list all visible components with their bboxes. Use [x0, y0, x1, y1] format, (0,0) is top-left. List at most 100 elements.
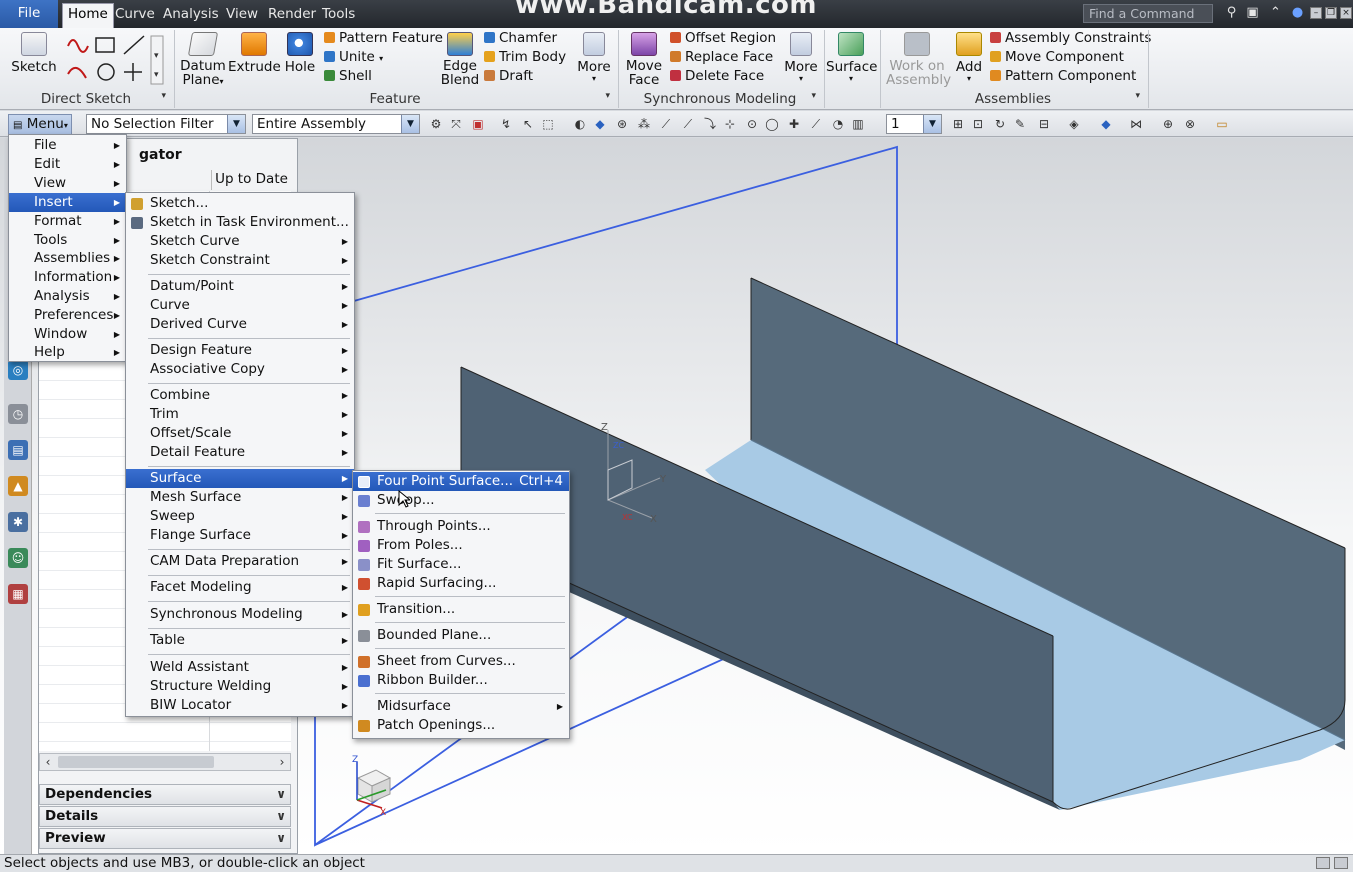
system-scene-icon[interactable]: ▦: [8, 584, 28, 604]
draft-button[interactable]: Draft: [484, 68, 533, 84]
pattern-component-button[interactable]: Pattern Component: [990, 68, 1136, 84]
menu-item-sketch-curve[interactable]: Sketch Curve ▶: [126, 232, 354, 251]
part-navigator-icon[interactable]: ◆: [592, 116, 608, 132]
layer-icon[interactable]: ▥: [850, 116, 866, 132]
show-hide-icon[interactable]: ◐: [572, 116, 588, 132]
column-header-up-to-date[interactable]: Up to Date: [211, 170, 291, 190]
menu-item-design-feature[interactable]: Design Feature ▶: [126, 341, 354, 360]
menu-item-facet-modeling[interactable]: Facet Modeling ▶: [126, 578, 354, 597]
unite-button[interactable]: Unite ▾: [324, 49, 383, 65]
menu-item-format[interactable]: Format ▶: [9, 212, 126, 231]
menu-item-mesh-surface[interactable]: Mesh Surface ▶: [126, 488, 354, 507]
menu-item-assemblies[interactable]: Assemblies ▶: [9, 249, 126, 268]
background-icon[interactable]: ◆: [1098, 116, 1114, 132]
extrude-button[interactable]: Extrude: [228, 32, 281, 75]
menu-item-ribbon-builder[interactable]: Ribbon Builder...: [353, 671, 569, 690]
menu-item-structure-welding[interactable]: Structure Welding ▶: [126, 677, 354, 696]
customize-toolbar-icon[interactable]: ▭: [1214, 116, 1230, 132]
tab-analysis[interactable]: Analysis: [158, 4, 224, 26]
group-expand-icon[interactable]: ▾: [1135, 91, 1140, 101]
rectangle-select-icon[interactable]: ⬚: [540, 116, 556, 132]
rotate-icon[interactable]: ↻: [992, 116, 1008, 132]
datum-plane-button[interactable]: Datum Plane▾: [180, 32, 226, 89]
menu-item-surface[interactable]: Surface ▶: [126, 469, 354, 488]
orient-view-icon[interactable]: ⊟: [1036, 116, 1052, 132]
point-on-curve-icon[interactable]: ⁂: [636, 116, 652, 132]
scroll-right-icon[interactable]: ›: [274, 754, 290, 770]
menu-item-preferences[interactable]: Preferences ▶: [9, 306, 126, 325]
restore-icon[interactable]: ❐: [1325, 7, 1337, 19]
tab-render[interactable]: Render: [263, 4, 321, 26]
pan-icon[interactable]: ✎: [1012, 116, 1028, 132]
section-view-icon[interactable]: ⋈: [1128, 116, 1144, 132]
menu-item-view[interactable]: View ▶: [9, 174, 126, 193]
menu-item-analysis[interactable]: Analysis ▶: [9, 287, 126, 306]
menu-item-sketch[interactable]: Sketch...: [126, 194, 354, 213]
render-style-icon[interactable]: ◈: [1066, 116, 1082, 132]
dependencies-section[interactable]: Dependencies ∨: [39, 784, 291, 805]
menu-item-table[interactable]: Table ▶: [126, 631, 354, 650]
close-icon[interactable]: ×: [1340, 7, 1352, 19]
menu-item-detail-feature[interactable]: Detail Feature ▶: [126, 443, 354, 462]
control-point-icon[interactable]: ⤵: [702, 116, 718, 132]
scrollbar-thumb[interactable]: [58, 756, 214, 768]
menu-item-cam-data-preparation[interactable]: CAM Data Preparation ▶: [126, 552, 354, 571]
add-component-button[interactable]: Add ▾: [952, 32, 986, 83]
surface-button[interactable]: Surface ▾: [826, 32, 877, 83]
move-component-button[interactable]: Move Component: [990, 49, 1124, 65]
menu-item-sketch-task-env[interactable]: Sketch in Task Environment...: [126, 213, 354, 232]
sketch-curve-gallery[interactable]: ▾ ▾: [64, 32, 172, 88]
menu-item-derived-curve[interactable]: Derived Curve ▶: [126, 315, 354, 334]
menu-item-swoop[interactable]: Swoop...: [353, 491, 569, 510]
reuse-library-icon[interactable]: ▤: [8, 440, 28, 460]
trim-body-button[interactable]: Trim Body: [484, 49, 566, 65]
curve-rule-icon[interactable]: ↯: [498, 116, 514, 132]
chamfer-button[interactable]: Chamfer: [484, 30, 557, 46]
minimize-icon[interactable]: –: [1310, 7, 1322, 19]
menu-item-biw-locator[interactable]: BIW Locator ▶: [126, 696, 354, 715]
menu-item-midsurface[interactable]: Midsurface ▶: [353, 697, 569, 716]
sketch-button[interactable]: Sketch: [8, 32, 60, 75]
menu-item-through-points[interactable]: Through Points...: [353, 517, 569, 536]
menu-item-trim[interactable]: Trim ▶: [126, 405, 354, 424]
menu-item-window[interactable]: Window ▶: [9, 325, 126, 344]
mid-point-icon[interactable]: ⟋: [680, 116, 696, 132]
tab-view[interactable]: View: [221, 4, 263, 26]
shell-button[interactable]: Shell: [324, 68, 372, 84]
collapse-ribbon-icon[interactable]: ⌃: [1268, 5, 1283, 21]
selection-scope-dropdown[interactable]: Entire Assembly ▼: [252, 114, 420, 134]
move-face-button[interactable]: Move Face: [624, 32, 664, 87]
preview-section[interactable]: Preview ∨: [39, 828, 291, 849]
arc-center-icon[interactable]: ⊙: [744, 116, 760, 132]
menu-item-associative-copy[interactable]: Associative Copy ▶: [126, 360, 354, 379]
quadrant-point-icon[interactable]: ◯: [764, 116, 780, 132]
menu-item-file[interactable]: File ▶: [9, 136, 126, 155]
menu-item-insert[interactable]: Insert ▶: [9, 193, 126, 212]
menu-item-sweep[interactable]: Sweep ▶: [126, 507, 354, 526]
offset-region-button[interactable]: Offset Region: [670, 30, 776, 46]
horizontal-scrollbar[interactable]: ‹ ›: [39, 753, 291, 771]
snap-point-icon[interactable]: ⊛: [614, 116, 630, 132]
history-icon[interactable]: ◷: [8, 404, 28, 424]
edge-blend-button[interactable]: Edge Blend: [440, 32, 480, 87]
menu-item-rapid-surfacing[interactable]: Rapid Surfacing...: [353, 574, 569, 593]
details-section[interactable]: Details ∨: [39, 806, 291, 827]
replace-face-button[interactable]: Replace Face: [670, 49, 773, 65]
menu-item-curve[interactable]: Curve ▶: [126, 296, 354, 315]
fit-window-icon[interactable]: ▣: [1245, 5, 1260, 21]
work-layer-dropdown[interactable]: 1 ▼: [886, 114, 942, 134]
assembly-constraints-button[interactable]: Assembly Constraints: [990, 30, 1151, 46]
end-point-icon[interactable]: ⟋: [658, 116, 674, 132]
menu-item-from-poles[interactable]: From Poles...: [353, 536, 569, 555]
feature-selection-icon[interactable]: ▣: [470, 116, 486, 132]
menu-item-tools[interactable]: Tools ▶: [9, 231, 126, 250]
hole-button[interactable]: Hole: [282, 32, 318, 75]
find-command-input[interactable]: Find a Command: [1083, 4, 1213, 23]
group-expand-icon[interactable]: ▾: [605, 91, 610, 101]
menu-item-edit[interactable]: Edit ▶: [9, 155, 126, 174]
menu-item-four-point-surface[interactable]: Four Point Surface... Ctrl+4: [353, 472, 569, 491]
bounded-grid-icon[interactable]: ◔: [830, 116, 846, 132]
status-toggle-icon[interactable]: [1316, 857, 1330, 869]
delete-face-button[interactable]: Delete Face: [670, 68, 764, 84]
menu-item-bounded-plane[interactable]: Bounded Plane...: [353, 626, 569, 645]
